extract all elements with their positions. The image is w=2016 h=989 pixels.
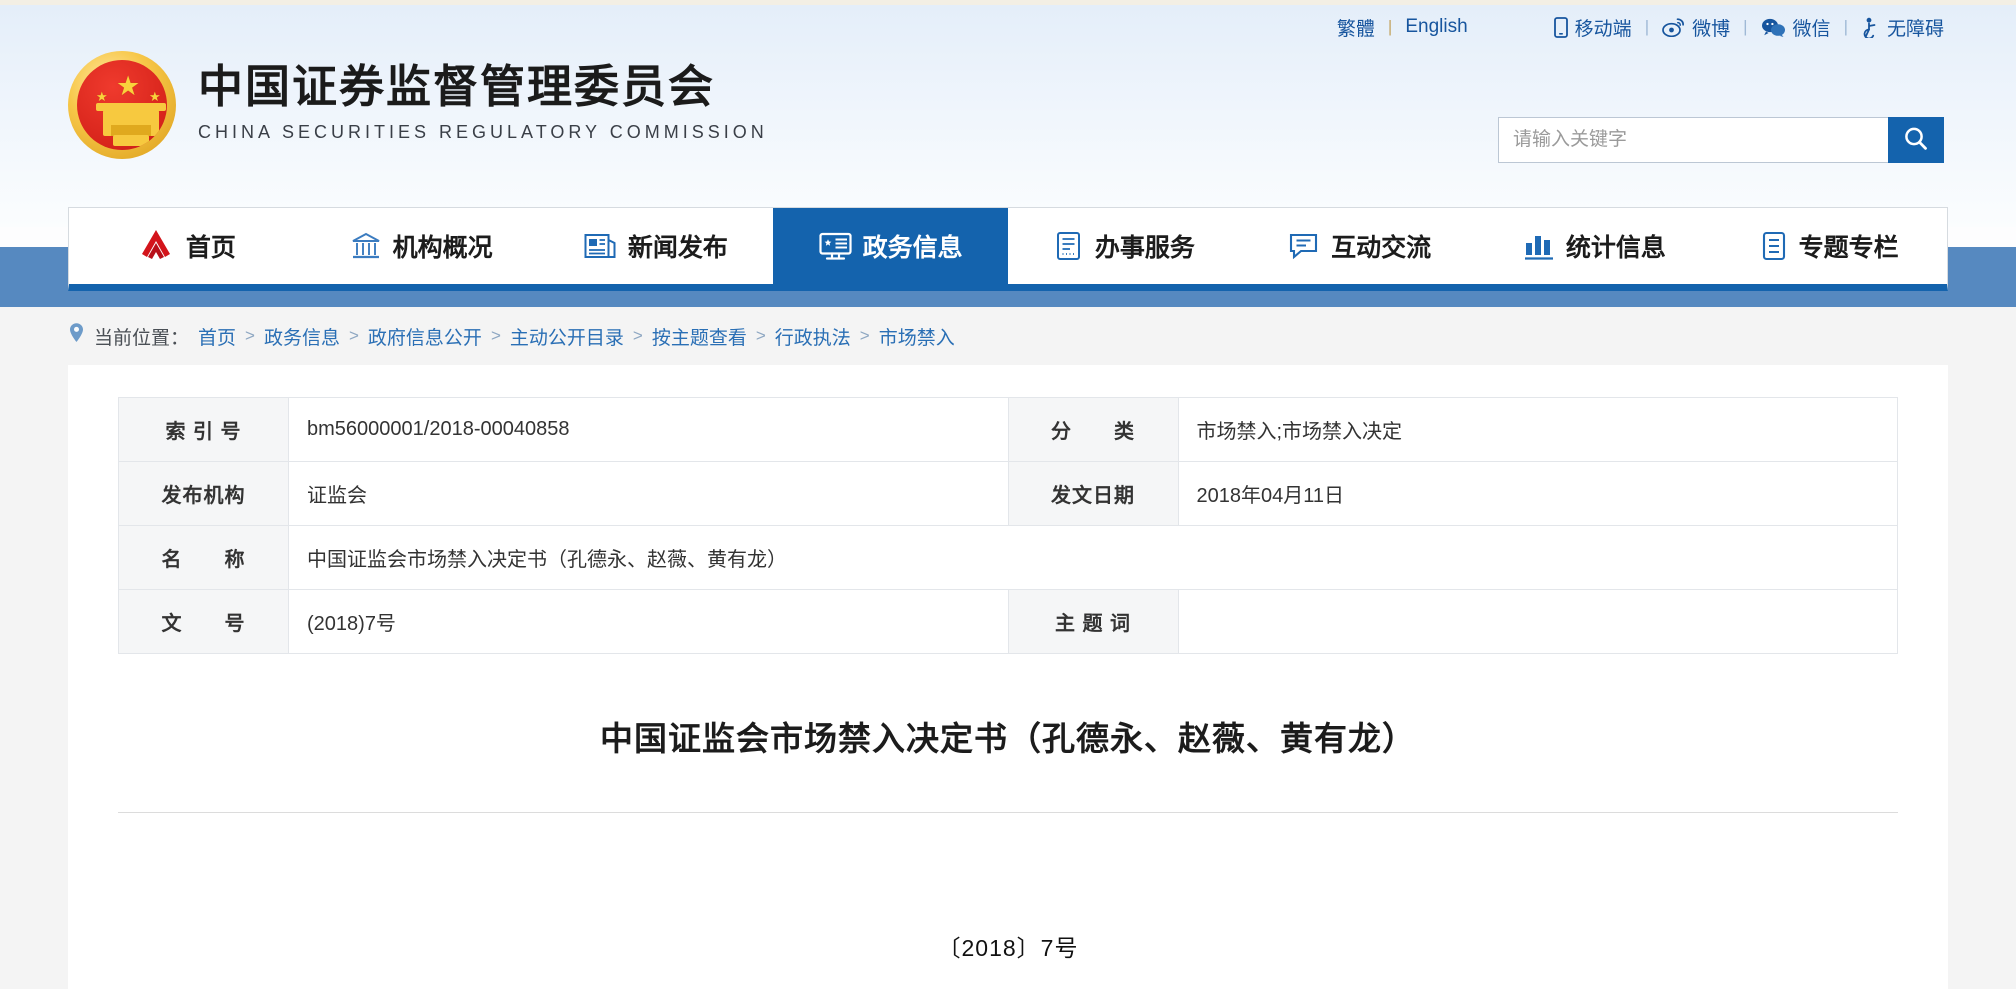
- content-card: 索 引 号 bm56000001/2018-00040858 分 类 市场禁入;…: [68, 365, 1948, 989]
- traditional-chinese-link[interactable]: 繁體: [1337, 14, 1375, 41]
- meta-key-issue-date: 发文日期: [1007, 461, 1179, 526]
- english-link[interactable]: English: [1405, 16, 1467, 38]
- table-row: 索 引 号 bm56000001/2018-00040858 分 类 市场禁入;…: [118, 397, 1898, 462]
- nav-home-label: 首页: [185, 234, 236, 262]
- main-nav: 首页 机构概况 新闻发布 政务信息 办事服务 互动交流 统计信息 专题专栏: [68, 207, 1948, 291]
- breadcrumb-separator: >: [632, 326, 643, 345]
- table-row: 名 称 中国证监会市场禁入决定书（孔德永、赵薇、黄有龙）: [118, 525, 1898, 590]
- wechat-icon: [1761, 17, 1786, 37]
- breadcrumb-separator: >: [859, 326, 870, 345]
- list-icon: [1761, 231, 1788, 261]
- table-row: 发布机构 证监会 发文日期 2018年04月11日: [118, 461, 1898, 526]
- meta-key-index-number: 索 引 号: [118, 397, 289, 462]
- breadcrumb-separator: >: [490, 326, 501, 345]
- institution-icon: [350, 231, 382, 261]
- breadcrumb-item-0[interactable]: 首页: [198, 323, 236, 350]
- search-icon: [1902, 125, 1930, 156]
- site-title-en: CHINA SECURITIES REGULATORY COMMISSION: [198, 121, 768, 142]
- search-input[interactable]: [1498, 117, 1888, 163]
- breadcrumb-label: 当前位置：: [94, 327, 190, 349]
- breadcrumb-item-5[interactable]: 行政执法: [775, 323, 851, 350]
- channel-group: 移动端 | 微博 | 微信 | 无障碍: [1553, 14, 1944, 41]
- national-emblem-icon: ★ ★ ★ ★ ★: [68, 51, 176, 159]
- mobile-icon: [1553, 16, 1568, 38]
- meta-key-name: 名 称: [118, 525, 289, 590]
- breadcrumb-separator: >: [755, 326, 766, 345]
- nav-institution-label: 机构概况: [392, 234, 493, 262]
- csrc-logo-icon: [137, 227, 175, 265]
- meta-key-subject-terms: 主 题 词: [1007, 589, 1179, 654]
- meta-value-issue-date: 2018年04月11日: [1177, 461, 1898, 526]
- meta-value-name: 中国证监会市场禁入决定书（孔德永、赵薇、黄有龙）: [288, 525, 1898, 590]
- nav-special-columns[interactable]: 专题专栏: [1712, 208, 1947, 284]
- nav-news[interactable]: 新闻发布: [539, 208, 774, 284]
- lang-separator: |: [1387, 17, 1393, 36]
- meta-key-issuing-agency: 发布机构: [118, 461, 289, 526]
- newspaper-icon: [584, 232, 617, 260]
- nav-government-info[interactable]: 政务信息: [773, 208, 1008, 284]
- weibo-link[interactable]: 微博: [1662, 14, 1730, 41]
- nav-interaction-label: 互动交流: [1331, 234, 1432, 262]
- breadcrumb: 当前位置： 首页 > 政务信息 > 政府信息公开 > 主动公开目录 > 按主题查…: [0, 307, 2016, 365]
- nav-government-info-label: 政务信息: [862, 234, 963, 262]
- nav-statistics[interactable]: 统计信息: [1478, 208, 1713, 284]
- breadcrumb-item-2[interactable]: 政府信息公开: [368, 323, 482, 350]
- document-meta-table: 索 引 号 bm56000001/2018-00040858 分 类 市场禁入;…: [118, 397, 1898, 654]
- nav-statistics-label: 统计信息: [1565, 234, 1666, 262]
- english-label: English: [1405, 16, 1468, 37]
- utility-bar: 繁體 | English 移动端 | 微博 | 微信 | 无障碍: [0, 5, 2016, 49]
- accessibility-label: 无障碍: [1886, 18, 1944, 40]
- weibo-icon: [1662, 17, 1685, 37]
- meta-value-doc-number: (2018)7号: [288, 589, 1009, 654]
- nav-special-columns-label: 专题专栏: [1798, 234, 1899, 262]
- location-pin-icon: [68, 322, 85, 350]
- site-title-cn: 中国证券监督管理委员会: [198, 61, 716, 112]
- mobile-label: 移动端: [1574, 18, 1632, 40]
- chat-icon: [1289, 232, 1320, 261]
- accessibility-icon: [1861, 17, 1880, 38]
- table-row: 文 号 (2018)7号 主 题 词: [118, 589, 1898, 654]
- meta-value-index-number: bm56000001/2018-00040858: [288, 397, 1009, 462]
- meta-value-category: 市场禁入;市场禁入决定: [1177, 397, 1898, 462]
- main-nav-band: 首页 机构概况 新闻发布 政务信息 办事服务 互动交流 统计信息 专题专栏: [0, 207, 2016, 307]
- document-icon: [1056, 231, 1084, 261]
- breadcrumb-separator: >: [245, 326, 255, 345]
- mobile-link[interactable]: 移动端: [1553, 14, 1632, 41]
- nav-home[interactable]: 首页: [69, 208, 304, 284]
- meta-key-doc-number: 文 号: [118, 589, 289, 654]
- document-title: 中国证监会市场禁入决定书（孔德永、赵薇、黄有龙）: [600, 720, 1416, 757]
- breadcrumb-item-1[interactable]: 政务信息: [264, 323, 340, 350]
- wechat-label: 微信: [1792, 18, 1831, 40]
- breadcrumb-item-4[interactable]: 按主题查看: [652, 323, 747, 350]
- nav-institution[interactable]: 机构概况: [304, 208, 539, 284]
- nav-services[interactable]: 办事服务: [1008, 208, 1243, 284]
- meta-value-subject-terms: [1177, 589, 1898, 654]
- bar-chart-icon: [1524, 232, 1555, 261]
- nav-services-label: 办事服务: [1094, 234, 1195, 262]
- breadcrumb-current: 市场禁入: [878, 327, 955, 349]
- traditional-chinese-label: 繁體: [1336, 18, 1375, 40]
- search-button[interactable]: [1888, 117, 1944, 163]
- channel-separator-3: |: [1843, 17, 1848, 36]
- meta-key-category: 分 类: [1007, 397, 1179, 462]
- accessibility-link[interactable]: 无障碍: [1861, 14, 1944, 41]
- brand-text: 中国证券监督管理委员会 CHINA SECURITIES REGULATORY …: [198, 51, 768, 143]
- site-header: 繁體 | English 移动端 | 微博 | 微信 | 无障碍 ★ ★ ★ 中…: [0, 5, 2016, 227]
- breadcrumb-item-3[interactable]: 主动公开目录: [510, 323, 624, 350]
- monitor-star-icon: [819, 232, 852, 261]
- language-group: 繁體 | English: [1337, 14, 1468, 41]
- page-body: 索 引 号 bm56000001/2018-00040858 分 类 市场禁入;…: [0, 365, 2016, 989]
- channel-separator-1: |: [1644, 17, 1650, 36]
- breadcrumb-separator: >: [348, 326, 359, 345]
- document-number: 〔2018〕7号: [937, 935, 1079, 961]
- nav-interaction[interactable]: 互动交流: [1243, 208, 1478, 284]
- search-box: [1498, 117, 1944, 163]
- channel-separator-2: |: [1743, 17, 1748, 36]
- wechat-link[interactable]: 微信: [1761, 14, 1831, 41]
- nav-news-label: 新闻发布: [627, 234, 728, 262]
- meta-value-issuing-agency: 证监会: [288, 461, 1009, 526]
- weibo-label: 微博: [1692, 18, 1731, 40]
- brand[interactable]: ★ ★ ★ ★ ★ 中国证券监督管理委员会 CHINA SECURITIES R…: [68, 51, 768, 159]
